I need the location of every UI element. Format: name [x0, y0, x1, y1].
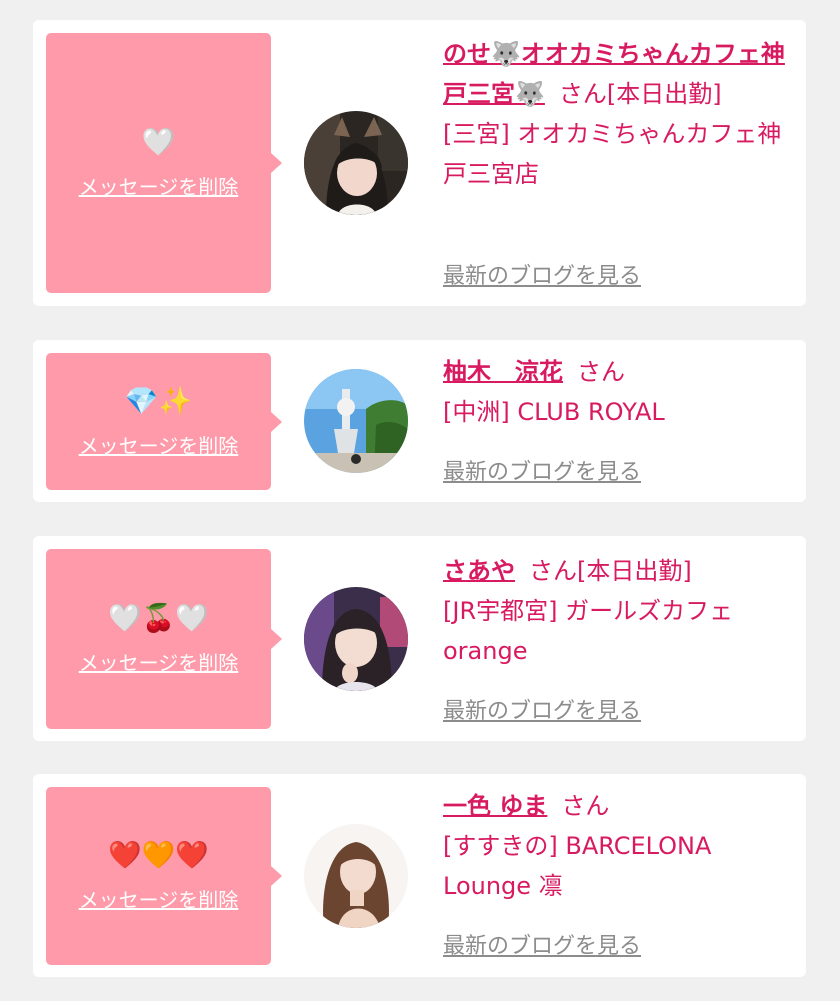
delete-message-link[interactable]: メッセージを削除	[46, 884, 271, 913]
avatar[interactable]	[304, 369, 408, 473]
latest-blog-link[interactable]: 最新のブログを見る	[443, 693, 641, 725]
shop-name: [中洲] CLUB ROYAL	[443, 398, 665, 426]
card-info: 柚木 涼花 さん [中洲] CLUB ROYAL	[443, 352, 793, 432]
message-emoji: 🤍🍒🤍	[108, 603, 209, 634]
girl-name-link[interactable]: 一色 ゆま	[443, 792, 547, 820]
card-info: 一色 ゆま さん [すすきの] BARCELONA Lounge 凛	[443, 786, 793, 906]
avatar[interactable]	[304, 111, 408, 215]
card-info: のせ🐺オオカミちゃんカフェ神戸三宮🐺 さん[本日出勤] [三宮] オオカミちゃんカ…	[443, 34, 793, 194]
message-bubble: 🤍🍒🤍 メッセージを削除	[46, 549, 282, 729]
work-status: [本日出勤]	[577, 557, 692, 585]
shop-name: [三宮] オオカミちゃんカフェ神戸三宮店	[443, 120, 782, 188]
honorific: さん	[529, 557, 577, 585]
favorite-card: 🤍 メッセージを削除 のせ🐺オオカミちゃんカフェ神戸三宮🐺 さん[本日出勤] [三…	[33, 20, 806, 306]
shop-name: [JR宇都宮] ガールズカフェorange	[443, 597, 734, 665]
message-emoji: 💎✨	[124, 385, 193, 417]
delete-message-link[interactable]: メッセージを削除	[46, 171, 271, 200]
girl-name-link[interactable]: さあや	[443, 557, 515, 585]
girl-name-link[interactable]: 柚木 涼花	[443, 358, 563, 386]
message-bubble: 🤍 メッセージを削除	[46, 33, 282, 293]
message-emoji: 🤍	[141, 127, 176, 158]
message-emoji: ❤️🧡❤️	[108, 840, 209, 871]
latest-blog-link[interactable]: 最新のブログを見る	[443, 258, 641, 290]
honorific: さん	[577, 358, 625, 386]
work-status: [本日出勤]	[606, 80, 722, 108]
favorite-card: 🤍🍒🤍 メッセージを削除 さあや さん[本日出勤] [JR宇都宮] ガールズカフェ…	[33, 536, 806, 741]
latest-blog-link[interactable]: 最新のブログを見る	[443, 928, 641, 960]
delete-message-link[interactable]: メッセージを削除	[46, 430, 271, 459]
message-bubble: 💎✨ メッセージを削除	[46, 353, 282, 490]
shop-name: [すすきの] BARCELONA Lounge 凛	[443, 832, 712, 900]
favorite-card: 💎✨ メッセージを削除 柚木 涼花 さん [中洲] CLUB ROYAL 最新のブ…	[33, 340, 806, 502]
card-info: さあや さん[本日出勤] [JR宇都宮] ガールズカフェorange	[443, 551, 793, 671]
honorific: さん	[558, 80, 607, 108]
latest-blog-link[interactable]: 最新のブログを見る	[443, 454, 641, 486]
avatar[interactable]	[304, 824, 408, 928]
message-bubble: ❤️🧡❤️ メッセージを削除	[46, 787, 282, 965]
avatar[interactable]	[304, 587, 408, 691]
favorite-card: ❤️🧡❤️ メッセージを削除 一色 ゆま さん [すすきの] BARCELONA …	[33, 774, 806, 977]
delete-message-link[interactable]: メッセージを削除	[46, 647, 271, 676]
honorific: さん	[561, 792, 610, 820]
